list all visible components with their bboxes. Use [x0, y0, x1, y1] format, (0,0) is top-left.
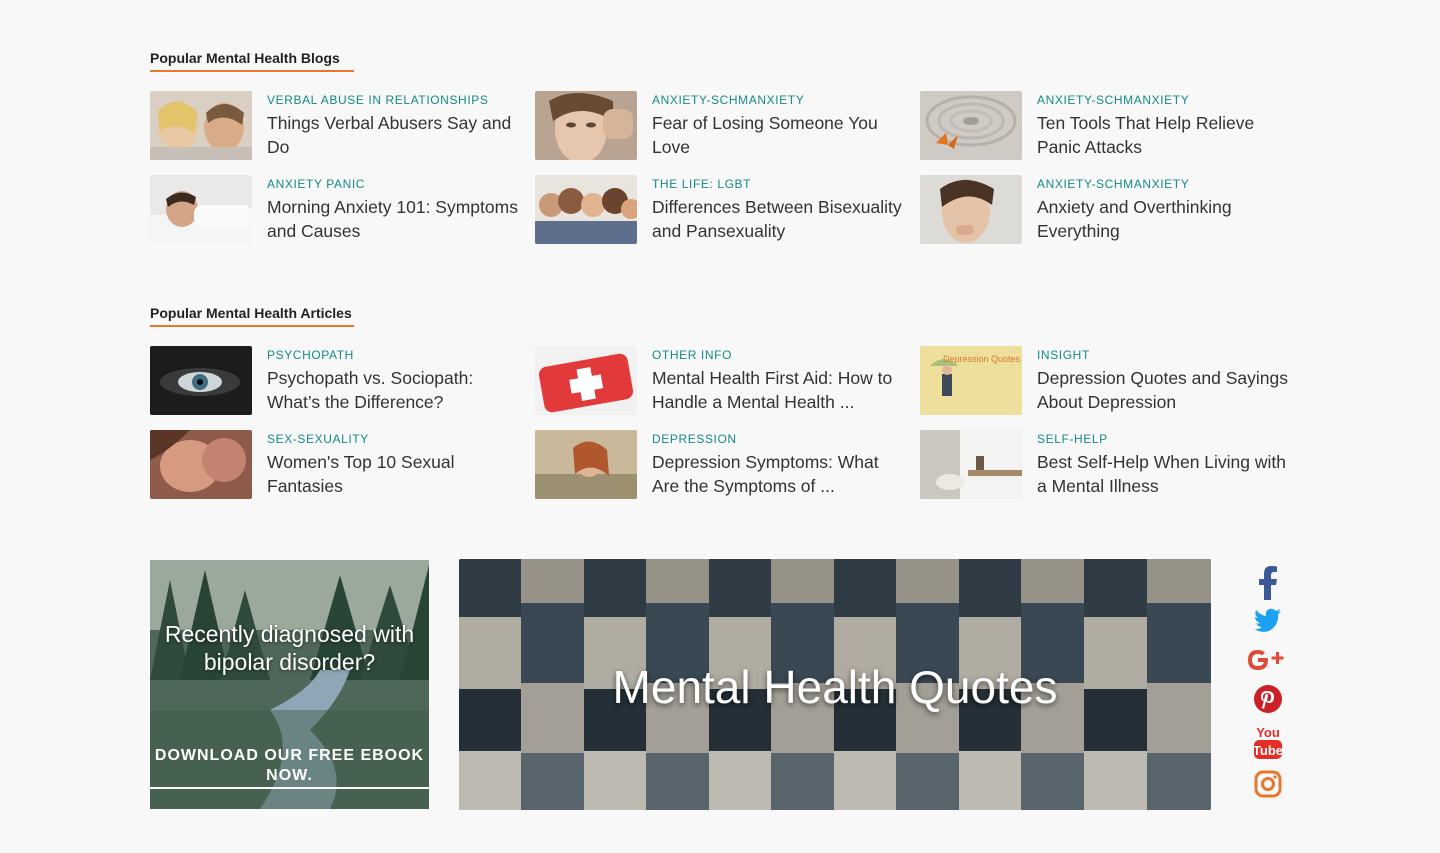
article-category: DEPRESSION	[652, 432, 737, 446]
blog-category: ANXIETY-SCHMANXIETY	[1037, 177, 1190, 191]
article-thumbnail	[920, 430, 1022, 499]
article-title[interactable]: Depression Quotes and Sayings About Depr…	[1037, 366, 1292, 414]
article-thumbnail	[535, 346, 637, 415]
mental-health-quotes-banner[interactable]: Mental Health Quotes	[459, 559, 1211, 810]
article-card[interactable]: PSYCHOPATH Psychopath vs. Sociopath: Wha…	[150, 346, 520, 416]
blog-card[interactable]: VERBAL ABUSE IN RELATIONSHIPS Things Ver…	[150, 91, 520, 161]
article-category: OTHER INFO	[652, 348, 732, 362]
blog-category: ANXIETY PANIC	[267, 177, 366, 191]
pinterest-icon[interactable]	[1247, 684, 1289, 720]
blog-thumbnail	[920, 175, 1022, 244]
blogs-section-title: Popular Mental Health Blogs	[150, 50, 354, 72]
facebook-icon[interactable]	[1247, 566, 1289, 602]
bipolar-ebook-promo[interactable]: Recently diagnosed with bipolar disorder…	[150, 560, 429, 809]
article-category: PSYCHOPATH	[267, 348, 354, 362]
article-title[interactable]: Depression Symptoms: What Are the Sympto…	[652, 450, 907, 498]
article-card[interactable]: SELF-HELP Best Self-Help When Living wit…	[920, 430, 1290, 500]
article-thumbnail	[150, 346, 252, 415]
promo-heading: Recently diagnosed with bipolar disorder…	[164, 621, 415, 675]
blog-title[interactable]: Fear of Losing Someone You Love	[652, 111, 907, 159]
promo-cta-link[interactable]: DOWNLOAD OUR FREE EBOOK NOW.	[150, 746, 429, 789]
article-card[interactable]: OTHER INFO Mental Health First Aid: How …	[535, 346, 905, 416]
article-card[interactable]: DEPRESSION Depression Symptoms: What Are…	[535, 430, 905, 500]
article-category: INSIGHT	[1037, 348, 1090, 362]
depression-quotes-thumb-text: Depression Quotes	[943, 354, 1021, 364]
blog-category: THE LIFE: LGBT	[652, 177, 752, 191]
blog-thumbnail	[535, 175, 637, 244]
blog-card[interactable]: ANXIETY-SCHMANXIETY Anxiety and Overthin…	[920, 175, 1290, 245]
blog-title[interactable]: Things Verbal Abusers Say and Do	[267, 111, 522, 159]
article-title[interactable]: Psychopath vs. Sociopath: What’s the Dif…	[267, 366, 522, 414]
blog-thumbnail	[920, 91, 1022, 160]
youtube-icon[interactable]: You Tube	[1247, 724, 1289, 766]
svg-text:Tube: Tube	[1253, 743, 1283, 758]
article-title[interactable]: Women's Top 10 Sexual Fantasies	[267, 450, 522, 498]
svg-text:You: You	[1256, 725, 1280, 740]
article-card[interactable]: SEX-SEXUALITY Women's Top 10 Sexual Fant…	[150, 430, 520, 500]
blog-card[interactable]: ANXIETY-SCHMANXIETY Ten Tools That Help …	[920, 91, 1290, 161]
articles-section-title: Popular Mental Health Articles	[150, 305, 354, 327]
blog-category: ANXIETY-SCHMANXIETY	[1037, 93, 1190, 107]
blog-category: VERBAL ABUSE IN RELATIONSHIPS	[267, 93, 489, 107]
promo-cta-text[interactable]: DOWNLOAD OUR FREE EBOOK NOW.	[150, 746, 429, 789]
article-thumbnail: Depression Quotes	[920, 346, 1022, 415]
article-card[interactable]: Depression Quotes INSIGHT Depression Quo…	[920, 346, 1290, 416]
article-title[interactable]: Best Self-Help When Living with a Mental…	[1037, 450, 1292, 498]
article-title[interactable]: Mental Health First Aid: How to Handle a…	[652, 366, 907, 414]
blog-title[interactable]: Morning Anxiety 101: Symptoms and Causes	[267, 195, 522, 243]
blog-thumbnail	[150, 91, 252, 160]
quotes-banner-title: Mental Health Quotes	[612, 661, 1058, 713]
article-category: SEX-SEXUALITY	[267, 432, 369, 446]
blog-card[interactable]: THE LIFE: LGBT Differences Between Bisex…	[535, 175, 905, 245]
twitter-icon[interactable]	[1247, 608, 1289, 644]
blog-thumbnail	[535, 91, 637, 160]
blog-title[interactable]: Differences Between Bisexuality and Pans…	[652, 195, 907, 243]
instagram-icon[interactable]	[1247, 770, 1289, 806]
blog-thumbnail	[150, 175, 252, 244]
article-thumbnail	[535, 430, 637, 499]
article-category: SELF-HELP	[1037, 432, 1108, 446]
article-thumbnail	[150, 430, 252, 499]
blog-card[interactable]: ANXIETY PANIC Morning Anxiety 101: Sympt…	[150, 175, 520, 245]
blog-title[interactable]: Anxiety and Overthinking Everything	[1037, 195, 1292, 243]
blog-card[interactable]: ANXIETY-SCHMANXIETY Fear of Losing Someo…	[535, 91, 905, 161]
google-plus-icon[interactable]	[1247, 646, 1289, 682]
blog-title[interactable]: Ten Tools That Help Relieve Panic Attack…	[1037, 111, 1292, 159]
blog-category: ANXIETY-SCHMANXIETY	[652, 93, 805, 107]
